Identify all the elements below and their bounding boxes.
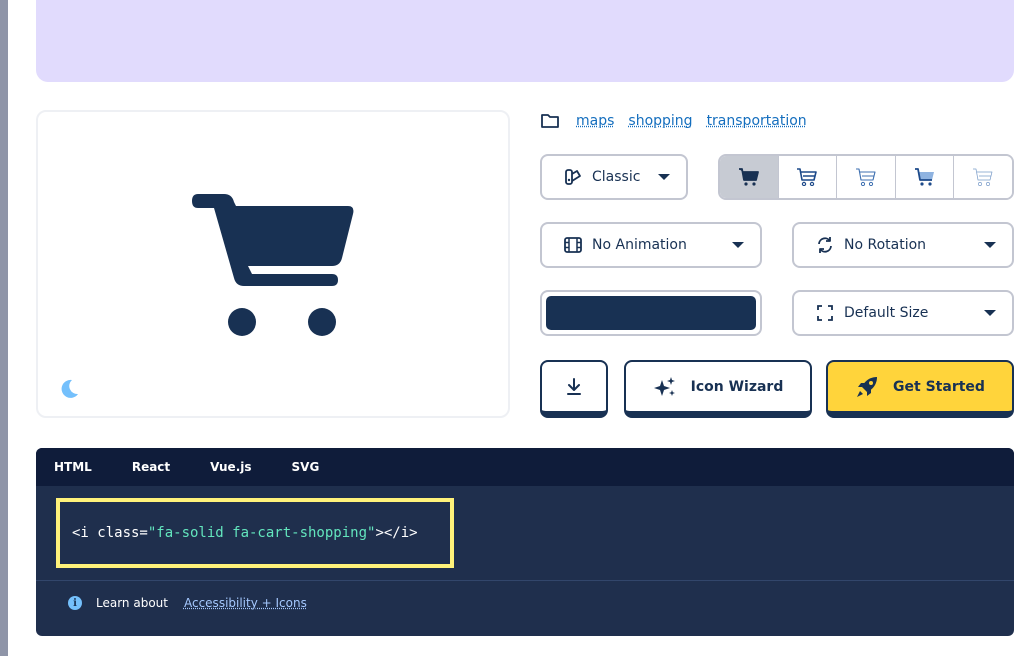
- icon-wizard-label: Icon Wizard: [690, 378, 784, 395]
- snippet-open: <i class=: [72, 525, 148, 541]
- style-selector: [718, 154, 1014, 200]
- color-swatch-fill: [546, 296, 756, 330]
- style-option-regular[interactable]: [778, 156, 838, 198]
- category-link-maps[interactable]: maps: [576, 113, 614, 129]
- chevron-down-icon: [658, 174, 670, 180]
- get-started-label: Get Started: [893, 378, 985, 395]
- cart-shopping-icon: [855, 168, 876, 186]
- category-link-transportation[interactable]: transportation: [707, 113, 807, 129]
- tab-html[interactable]: HTML: [54, 460, 92, 474]
- snippet-class: "fa-solid fa-cart-shopping": [147, 525, 376, 541]
- accessibility-icons-link[interactable]: Accessibility + Icons: [184, 596, 307, 610]
- info-icon: i: [68, 596, 82, 610]
- sparkles-icon: [653, 376, 677, 398]
- family-select-label: Classic: [592, 169, 641, 185]
- chevron-down-icon: [732, 242, 744, 248]
- code-snippet: <i class="fa-solid fa-cart-shopping"></i…: [72, 525, 418, 541]
- code-panel: HTML React Vue.js SVG <i class="fa-solid…: [36, 448, 1014, 636]
- rocket-icon: [855, 375, 879, 399]
- category-link-shopping[interactable]: shopping: [628, 113, 692, 129]
- top-banner: [36, 0, 1014, 82]
- rotation-select[interactable]: No Rotation: [792, 222, 1014, 268]
- film-icon: [564, 237, 582, 253]
- learn-about-row: i Learn about Accessibility + Icons: [68, 596, 307, 610]
- tab-react[interactable]: React: [132, 460, 170, 474]
- family-select[interactable]: Classic: [540, 154, 688, 200]
- style-option-duotone[interactable]: [895, 156, 955, 198]
- get-started-button[interactable]: Get Started: [826, 360, 1014, 418]
- left-rail: [0, 0, 8, 656]
- snippet-close: ></i>: [375, 525, 418, 541]
- code-tabs: HTML React Vue.js SVG: [36, 448, 1014, 486]
- download-button[interactable]: [540, 360, 608, 418]
- rotate-icon: [816, 236, 834, 254]
- chevron-down-icon: [984, 242, 996, 248]
- category-links: maps shopping transportation: [540, 110, 821, 132]
- size-select[interactable]: Default Size: [792, 290, 1014, 336]
- moon-icon[interactable]: [58, 378, 80, 400]
- cart-shopping-icon: [797, 168, 818, 186]
- swatchbook-icon: [564, 168, 582, 186]
- icon-wizard-button[interactable]: Icon Wizard: [624, 360, 812, 418]
- learn-about-text: Learn about: [96, 596, 168, 610]
- animation-select-label: No Animation: [592, 237, 687, 253]
- cart-shopping-icon: [738, 168, 759, 186]
- expand-icon: [816, 304, 834, 322]
- cart-shopping-icon: [914, 168, 934, 186]
- style-option-thin[interactable]: [954, 156, 1012, 198]
- cart-shopping-icon: [973, 168, 993, 186]
- style-option-solid[interactable]: [720, 156, 779, 198]
- animation-select[interactable]: No Animation: [540, 222, 762, 268]
- code-snippet-highlight[interactable]: <i class="fa-solid fa-cart-shopping"></i…: [56, 498, 454, 568]
- rotation-select-label: No Rotation: [844, 237, 927, 253]
- tab-svg[interactable]: SVG: [292, 460, 320, 474]
- size-select-label: Default Size: [844, 305, 929, 321]
- folder-icon: [540, 113, 560, 129]
- divider: [36, 580, 1014, 581]
- style-option-light[interactable]: [837, 156, 896, 198]
- cart-shopping-preview-icon: [192, 194, 354, 336]
- color-picker[interactable]: [540, 290, 762, 336]
- download-icon: [566, 377, 582, 396]
- chevron-down-icon: [984, 310, 996, 316]
- tab-vuejs[interactable]: Vue.js: [210, 460, 251, 474]
